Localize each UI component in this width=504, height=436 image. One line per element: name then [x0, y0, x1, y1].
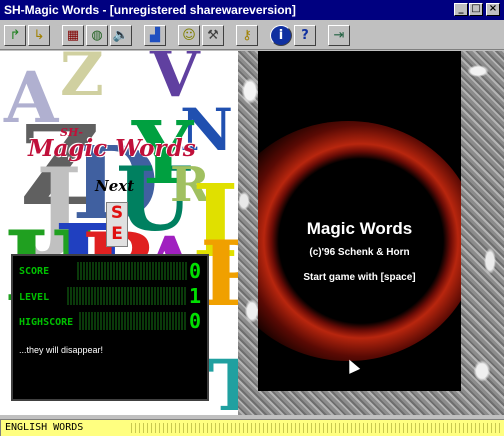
- toolbar: ↱ ↳ ▦ ◍ 🔈 ▟ ☺ ⚒ ⚷ i ? ⇥: [0, 20, 504, 50]
- arrow-yellow-icon[interactable]: ↳: [28, 25, 50, 46]
- window-title: SH-Magic Words - [unregistered shareware…: [4, 3, 296, 17]
- highscore-value: 0: [189, 309, 202, 333]
- exit-icon[interactable]: ⇥: [328, 25, 350, 46]
- arrow-green-icon[interactable]: ↱: [4, 25, 26, 46]
- highscore-display: [79, 312, 187, 330]
- hint-message: ...they will disappear!: [19, 345, 104, 355]
- grid-icon[interactable]: ▦: [62, 25, 84, 46]
- key-icon[interactable]: ⚷: [236, 25, 258, 46]
- hammer-icon[interactable]: ⚒: [202, 25, 224, 46]
- copyright-text: (c)'96 Schenk & Horn: [309, 247, 410, 258]
- podium-icon[interactable]: ▟: [144, 25, 166, 46]
- eclipse-image: [258, 121, 461, 361]
- score-panel: SCORE 0 LEVEL 1 HIGHSCORE 0 ...they will…: [11, 254, 209, 401]
- highscore-label: HIGHSCORE: [19, 317, 74, 328]
- minimize-button[interactable]: _: [454, 3, 468, 16]
- level-display: [67, 287, 187, 305]
- status-bar: ENGLISH WORDS: [0, 415, 504, 436]
- game-area-frame: Magic Words (c)'96 Schenk & Horn Start g…: [238, 51, 504, 415]
- status-ticks: [131, 423, 501, 433]
- score-label: SCORE: [19, 266, 50, 277]
- title-bar[interactable]: SH-Magic Words - [unregistered shareware…: [0, 0, 504, 20]
- start-hint: Start game with [space]: [303, 272, 416, 283]
- word-category-label: ENGLISH WORDS: [5, 422, 84, 433]
- status-field: ENGLISH WORDS: [0, 419, 504, 436]
- next-label: Next: [95, 177, 135, 195]
- speaker-icon[interactable]: 🔈: [110, 25, 132, 46]
- game-board[interactable]: Magic Words (c)'96 Schenk & Horn Start g…: [258, 51, 461, 391]
- next-letter: E: [111, 224, 123, 244]
- sh-figure-icon[interactable]: ☺: [178, 25, 200, 46]
- level-value: 1: [189, 284, 202, 308]
- level-label: LEVEL: [19, 292, 50, 303]
- close-button[interactable]: ×: [486, 3, 500, 16]
- game-title: Magic Words: [306, 219, 413, 238]
- deco-letter: T: [208, 344, 238, 416]
- maximize-button[interactable]: □: [469, 3, 483, 16]
- letter-field: A Z V N Z J D U Y R I H E B A P T SH- Ma…: [0, 51, 238, 415]
- logo-title: Magic Words: [28, 135, 196, 162]
- help-icon[interactable]: ?: [294, 25, 316, 46]
- score-value: 0: [189, 259, 202, 283]
- score-display: [77, 262, 187, 280]
- globe-icon[interactable]: ◍: [86, 25, 108, 46]
- info-icon[interactable]: i: [270, 25, 292, 46]
- next-letters-box: S E: [106, 202, 128, 247]
- deco-letter: Z: [60, 51, 104, 110]
- next-letter: S: [110, 203, 124, 223]
